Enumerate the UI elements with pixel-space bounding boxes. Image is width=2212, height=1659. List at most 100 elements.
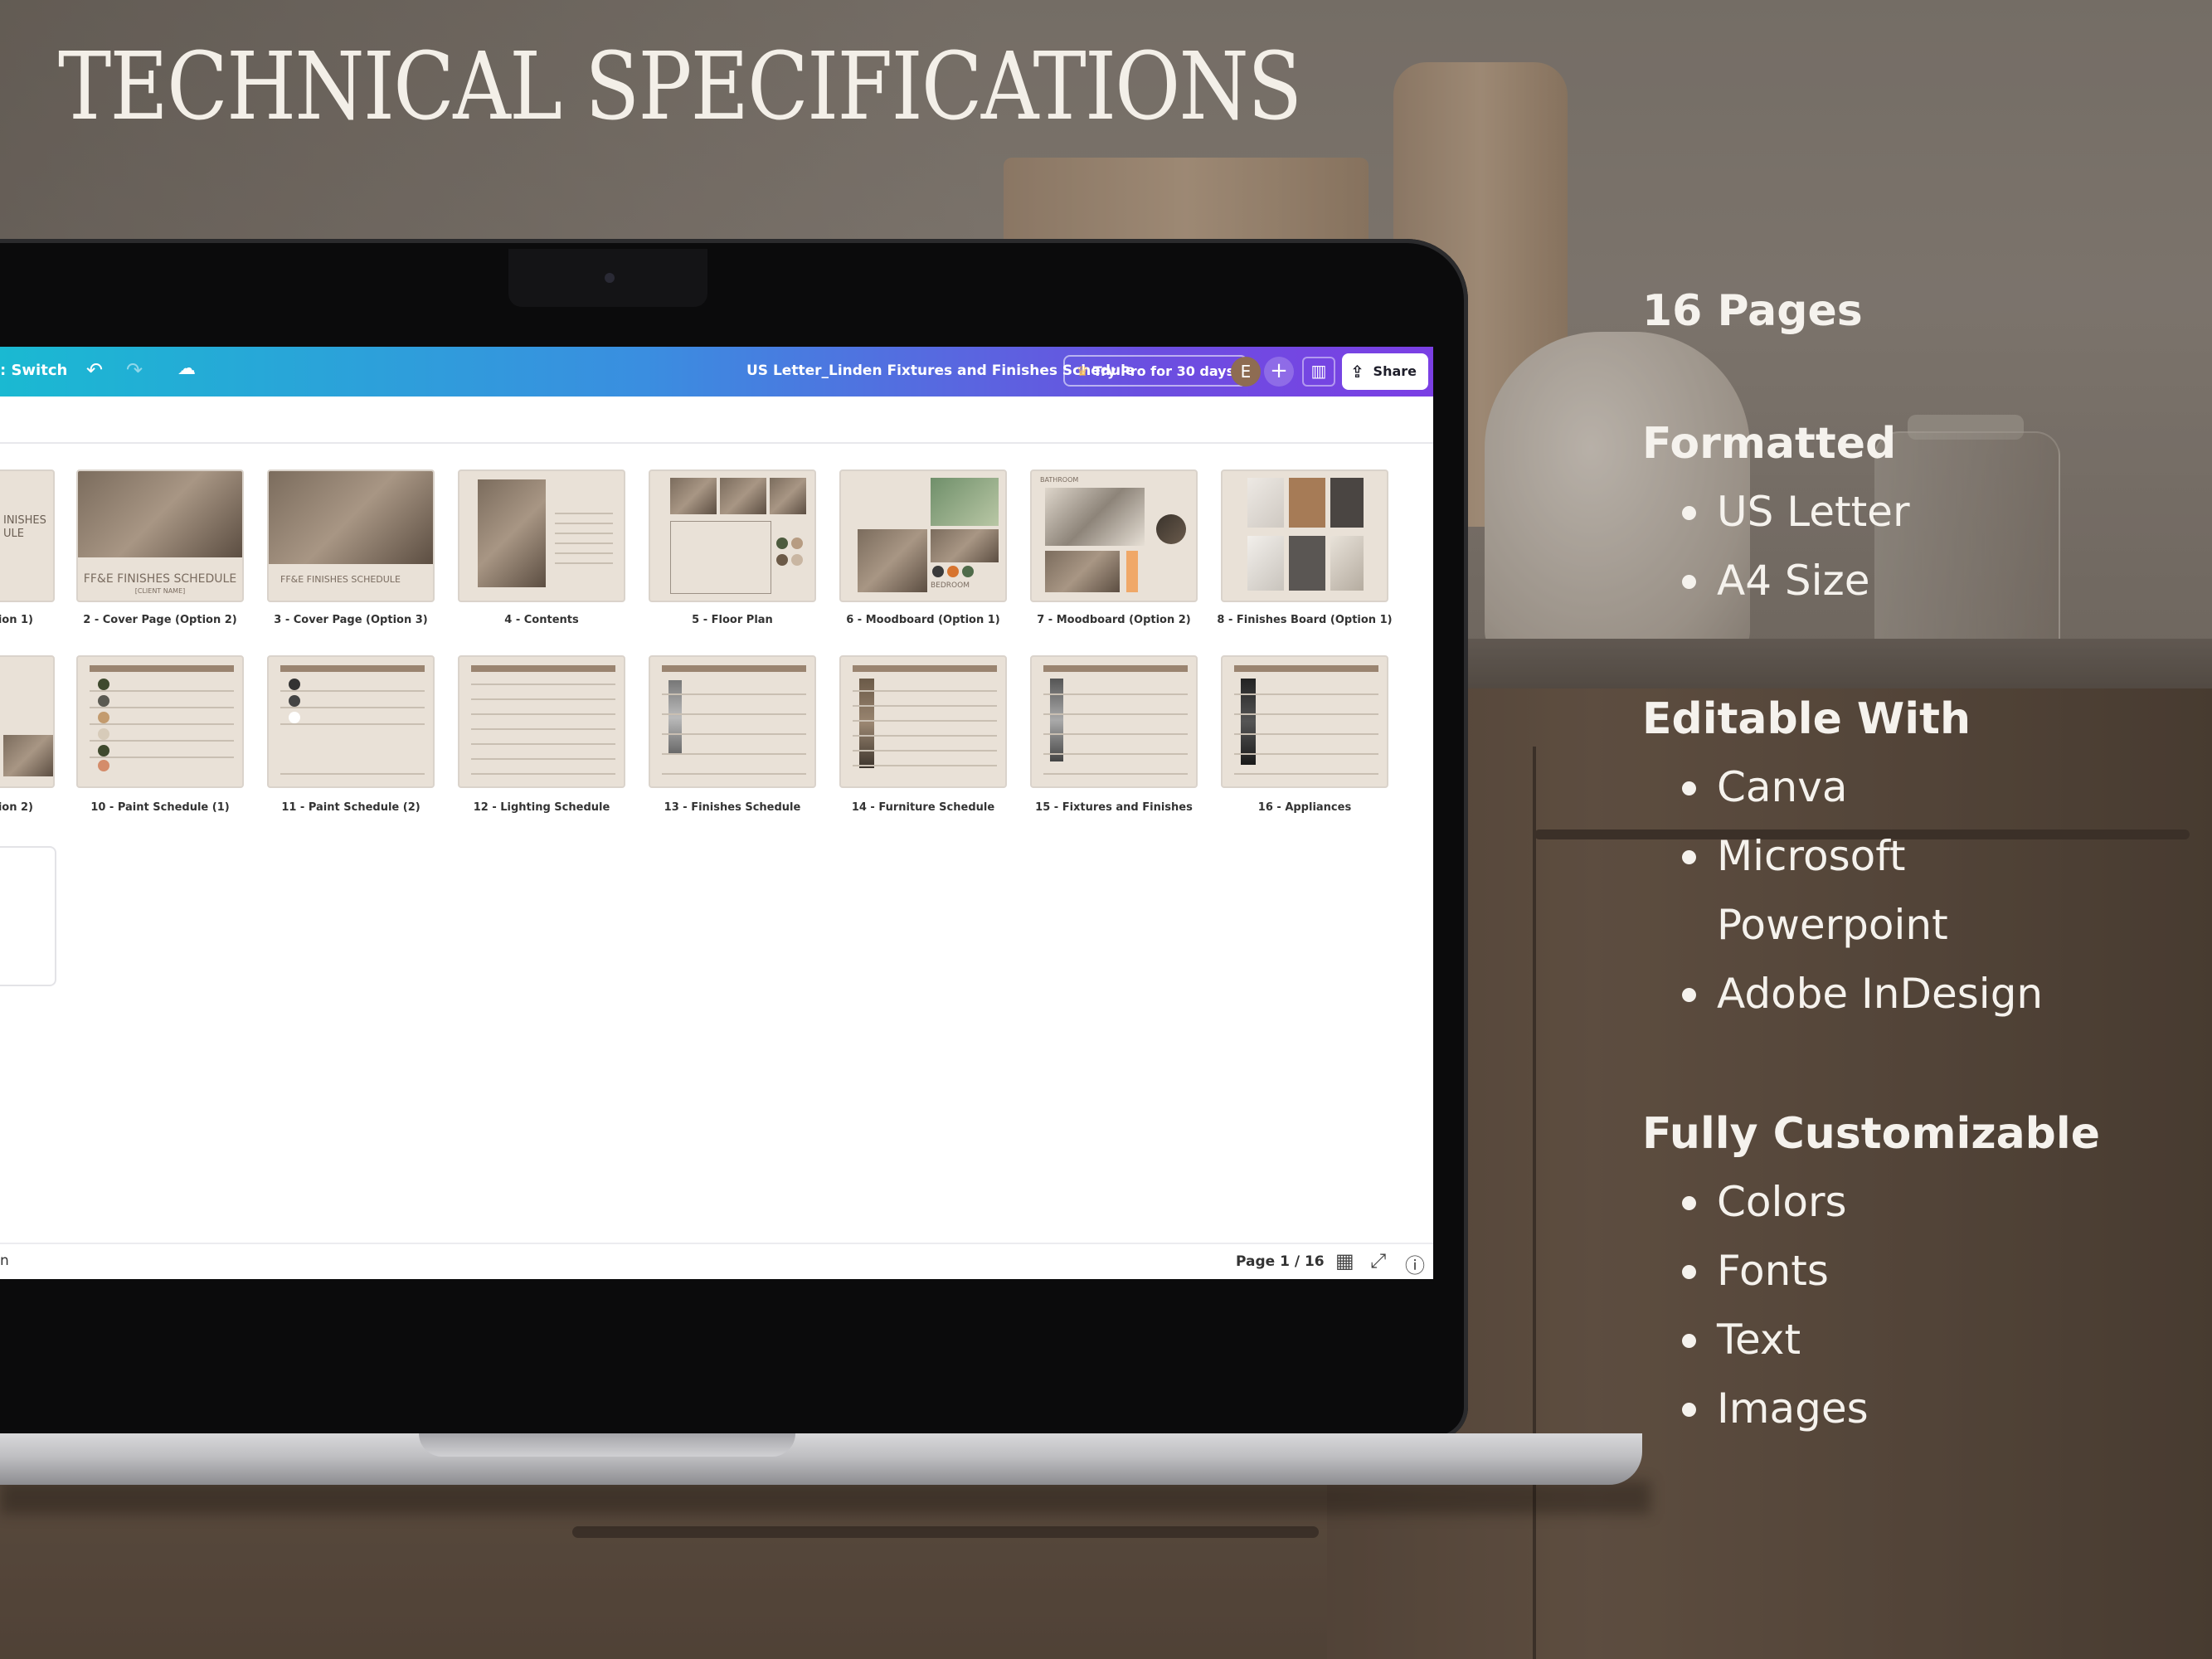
table-line: [1234, 773, 1378, 775]
table-line: [471, 758, 615, 760]
table-line: [471, 698, 615, 700]
try-pro-label: Try Pro for 30 days: [1092, 363, 1235, 379]
page-thumb-1[interactable]: INISHES ULE: [0, 469, 55, 602]
page-title: TECHNICAL SPECIFICATIONS: [58, 33, 1302, 141]
table-line: [853, 705, 997, 707]
fullscreen-icon[interactable]: ⤢: [1370, 1249, 1386, 1272]
thumb-line: [555, 513, 613, 514]
thumb-photo: [1045, 551, 1120, 592]
help-icon[interactable]: ⓘ: [1405, 1249, 1425, 1278]
share-label: Share: [1373, 363, 1417, 379]
formatted-list: US Letter A4 Size: [1642, 478, 1910, 615]
redo-icon[interactable]: ↷: [126, 358, 143, 382]
thumb-label: ption 2): [0, 801, 33, 814]
color-swatch: [932, 566, 944, 577]
page-thumb-2[interactable]: FF&E FINISHES SCHEDULE [CLIENT NAME]: [76, 469, 244, 602]
thumb-photo: [78, 471, 242, 557]
customizable-heading: Fully Customizable: [1642, 1109, 2100, 1159]
thumb-text: ULE: [3, 528, 24, 540]
spec-customizable: Fully Customizable Colors Fonts Text Ima…: [1642, 1105, 2100, 1443]
avatar[interactable]: E: [1231, 357, 1261, 387]
page-thumb-4[interactable]: [458, 469, 625, 602]
page-thumb-10[interactable]: [76, 655, 244, 788]
color-swatch: [289, 712, 300, 723]
editor-subbar: [0, 397, 1433, 444]
table-header: [471, 665, 615, 672]
color-swatch: [791, 554, 803, 566]
thumb-photo: [269, 471, 433, 564]
grid-view-icon[interactable]: ▦: [1335, 1249, 1354, 1272]
table-line: [471, 743, 615, 745]
page-thumb-15[interactable]: [1030, 655, 1198, 788]
table-line: [1043, 773, 1188, 775]
page-thumb-11[interactable]: [267, 655, 435, 788]
thumb-photo: [1289, 478, 1325, 528]
list-item: Text: [1642, 1306, 2100, 1374]
table-line: [471, 713, 615, 715]
page-thumb-7[interactable]: BATHROOM: [1030, 469, 1198, 602]
color-swatch: [776, 554, 788, 566]
pages-count-heading: 16 Pages: [1642, 286, 1863, 336]
share-button[interactable]: ⇪ Share: [1342, 353, 1428, 390]
plus-icon[interactable]: +: [1264, 357, 1294, 387]
table-line: [853, 765, 997, 766]
list-item: US Letter: [1642, 478, 1910, 547]
camera-icon: [605, 273, 615, 283]
laptop-shadow: [0, 1481, 1650, 1514]
cloud-save-icon[interactable]: ☁: [177, 358, 196, 379]
thumb-label: 16 - Appliances: [1257, 801, 1352, 814]
thumb-photo: [770, 478, 806, 514]
magic-switch-button[interactable]: : Switch: [0, 362, 67, 379]
color-swatch: [98, 728, 109, 740]
page-thumb-13[interactable]: [649, 655, 816, 788]
notes-button[interactable]: n: [0, 1253, 9, 1269]
page-thumb-9[interactable]: [0, 655, 55, 788]
thumb-photo: [858, 529, 927, 592]
table-line: [90, 690, 234, 692]
page-thumb-14[interactable]: [839, 655, 1007, 788]
thumb-photo: [720, 478, 766, 514]
thumb-photo: [1247, 536, 1284, 591]
try-pro-button[interactable]: ♛ Try Pro for 30 days: [1063, 355, 1248, 387]
table-line: [471, 684, 615, 685]
page-thumb-6[interactable]: BEDROOM: [839, 469, 1007, 602]
thumb-label: 2 - Cover Page (Option 2): [83, 614, 237, 626]
thumb-text: [CLIENT NAME]: [134, 587, 186, 595]
spec-pages: 16 Pages: [1642, 282, 1863, 340]
thumb-text: FF&E FINISHES SCHEDULE: [280, 574, 401, 585]
table-header: [90, 665, 234, 672]
color-swatch: [1126, 551, 1138, 592]
table-header: [280, 665, 425, 672]
table-line: [1043, 693, 1188, 695]
page-thumb-12[interactable]: [458, 655, 625, 788]
table-line: [1043, 733, 1188, 735]
thumb-text: FF&E FINISHES SCHEDULE: [83, 572, 237, 586]
page-thumb-8[interactable]: [1221, 469, 1388, 602]
table-line: [1234, 733, 1378, 735]
page-indicator[interactable]: Page 1 / 16: [1236, 1253, 1325, 1270]
thumb-label: 15 - Fixtures and Finishes: [1035, 801, 1193, 814]
page-thumb-5[interactable]: [649, 469, 816, 602]
undo-icon[interactable]: ↶: [86, 358, 103, 382]
list-item: Microsoft Powerpoint: [1642, 822, 1999, 960]
formatted-heading: Formatted: [1642, 419, 1897, 469]
list-item: Adobe InDesign: [1642, 960, 2043, 1029]
list-item: A4 Size: [1642, 547, 1910, 615]
page-thumb-3[interactable]: FF&E FINISHES SCHEDULE: [267, 469, 435, 602]
add-page-card[interactable]: [0, 846, 56, 986]
insights-icon[interactable]: ▥: [1302, 357, 1335, 387]
thumb-label: 4 - Contents: [504, 614, 579, 626]
color-swatch: [98, 712, 109, 723]
color-swatch: [98, 679, 109, 690]
page-thumb-16[interactable]: [1221, 655, 1388, 788]
thumb-photo: [859, 679, 874, 768]
editor-toolbar: : Switch ↶ ↷ ☁ US Letter_Linden Fixtures…: [0, 347, 1433, 397]
table-line: [853, 690, 997, 692]
thumb-text: BEDROOM: [931, 581, 970, 590]
share-icon: ⇪: [1350, 362, 1364, 382]
table-line: [90, 707, 234, 708]
list-item: Canva: [1642, 753, 2043, 822]
spec-formatted: Formatted US Letter A4 Size: [1642, 415, 1910, 615]
thumb-line: [555, 542, 613, 544]
thumb-photo: [1045, 488, 1145, 546]
